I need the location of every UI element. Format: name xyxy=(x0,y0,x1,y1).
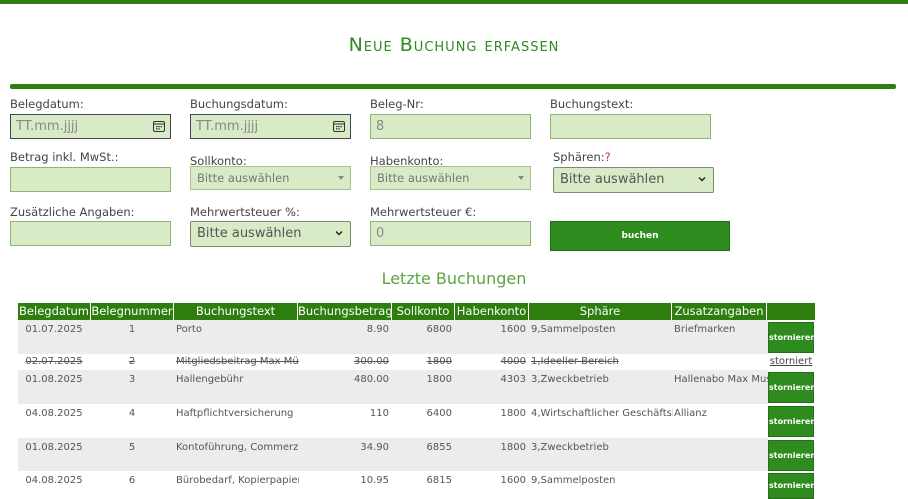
chevron-down-icon xyxy=(518,176,524,180)
cell-zusatz: Hallenabo Max Muster xyxy=(674,374,768,385)
calendar-icon[interactable] xyxy=(153,120,165,132)
habenkonto-value: Bitte auswählen xyxy=(377,171,470,185)
cell-sphaere: 3,Zweckbetrieb xyxy=(531,442,609,453)
th-belegnummer: Belegnummer xyxy=(91,303,173,320)
calendar-icon[interactable] xyxy=(333,120,345,132)
sphaeren-label: Sphären:? xyxy=(553,150,611,164)
cell-sphaere: 4,Wirtschaftlicher Geschäftsbetrieb xyxy=(531,408,673,419)
stornieren-button[interactable]: stornieren xyxy=(768,322,816,353)
buchungstext-label: Buchungstext: xyxy=(550,97,634,111)
cell-datum: 04.08.2025 xyxy=(25,408,83,419)
storniert-link[interactable]: storniert xyxy=(768,356,814,367)
cell-text: Mitgliedsbeitrag Max Müller xyxy=(176,356,299,367)
cell-sphaere: 1,Ideeller Bereich xyxy=(531,356,619,367)
chevron-down-icon xyxy=(698,176,706,182)
beleg-nr-input[interactable]: 8 xyxy=(370,114,531,139)
cell-nr: 1 xyxy=(128,324,136,335)
cell-sphaere: 9,Sammelposten xyxy=(531,324,616,335)
mwst-eur-input[interactable]: 0 xyxy=(370,221,531,246)
sphaeren-value: Bitte auswählen xyxy=(560,172,665,187)
zusatz-input[interactable] xyxy=(10,221,171,246)
cell-datum: 01.07.2025 xyxy=(25,324,83,335)
buchungstext-input[interactable] xyxy=(550,114,711,139)
th-sphaere: Sphäre xyxy=(529,303,671,320)
belegdatum-placeholder: TT.mm.jjjj xyxy=(16,119,79,134)
buchungsdatum-input[interactable]: TT.mm.jjjj xyxy=(190,114,351,139)
recent-bookings-title: Letzte Buchungen xyxy=(381,269,527,288)
cell-soll: 6800 xyxy=(426,324,452,335)
cell-datum: 02.07.2025 xyxy=(25,356,83,367)
cell-nr: 6 xyxy=(128,475,136,486)
sollkonto-select[interactable]: Bitte auswählen xyxy=(190,166,351,190)
th-aktion xyxy=(767,303,815,320)
cell-sphaere: 9,Sammelposten xyxy=(531,475,616,486)
cell-betrag: 110 xyxy=(369,408,389,419)
mwst-pct-label: Mehrwertsteuer %: xyxy=(190,205,300,219)
cell-nr: 3 xyxy=(128,374,136,385)
betrag-input[interactable] xyxy=(10,167,171,192)
cell-datum: 01.08.2025 xyxy=(25,374,83,385)
cell-soll: 1800 xyxy=(426,374,452,385)
stornieren-button[interactable]: stornieren xyxy=(768,440,816,471)
help-marker[interactable]: ? xyxy=(605,150,611,164)
cell-datum: 01.08.2025 xyxy=(25,442,83,453)
stornieren-button[interactable]: stornieren xyxy=(768,372,816,403)
th-habenkonto: Habenkonto xyxy=(455,303,528,320)
mwst-pct-value: Bitte auswählen xyxy=(197,226,302,241)
top-accent-bar xyxy=(0,0,908,4)
cell-soll: 6815 xyxy=(426,475,452,486)
buchungsdatum-label: Buchungsdatum: xyxy=(190,97,288,111)
cell-betrag: 300.00 xyxy=(354,356,389,367)
cell-haben: 1600 xyxy=(500,475,526,486)
page-title: Neue Buchung erfassen xyxy=(348,34,560,56)
beleg-nr-label: Beleg-Nr: xyxy=(370,97,424,111)
stornieren-button[interactable]: stornieren xyxy=(768,406,816,437)
cell-zusatz: Allianz xyxy=(674,408,707,419)
sphaeren-select[interactable]: Bitte auswählen xyxy=(553,167,714,193)
th-buchungsbetrag: Buchungsbetrag xyxy=(298,303,393,320)
cell-haben: 1800 xyxy=(500,408,526,419)
habenkonto-select[interactable]: Bitte auswählen xyxy=(370,166,531,190)
sollkonto-value: Bitte auswählen xyxy=(197,171,290,185)
cell-haben: 4303 xyxy=(500,374,526,385)
cell-haben: 1800 xyxy=(500,442,526,453)
chevron-down-icon xyxy=(338,176,344,180)
cell-betrag: 34.90 xyxy=(360,442,389,453)
cell-nr: 2 xyxy=(128,356,136,367)
cell-zusatz: Briefmarken xyxy=(674,324,736,335)
cell-text: Kontoführung, Commerzbank xyxy=(176,442,299,453)
mwst-eur-label: Mehrwertsteuer €: xyxy=(370,205,477,219)
cell-haben: 4000 xyxy=(500,356,526,367)
cell-text: Bürobedarf, Kopierpapier xyxy=(176,475,299,486)
cell-soll: 6400 xyxy=(426,408,452,419)
cell-text: Hallengebühr xyxy=(176,374,244,385)
cell-soll: 6855 xyxy=(426,442,452,453)
buchen-button[interactable]: buchen xyxy=(550,221,730,251)
th-belegdatum: Belegdatum xyxy=(18,303,90,320)
buchungsdatum-placeholder: TT.mm.jjjj xyxy=(196,119,259,134)
th-sollkonto: Sollkonto xyxy=(392,303,454,320)
cell-datum: 04.08.2025 xyxy=(25,475,83,486)
sphaeren-label-text: Sphären: xyxy=(553,150,605,164)
belegdatum-input[interactable]: TT.mm.jjjj xyxy=(10,114,171,139)
zusatz-label: Zusätzliche Angaben: xyxy=(10,205,135,219)
cell-betrag: 480.00 xyxy=(354,374,389,385)
betrag-label: Betrag inkl. MwSt.: xyxy=(10,150,119,164)
stornieren-button[interactable]: stornieren xyxy=(768,473,816,499)
cell-text: Porto xyxy=(176,324,202,335)
cell-haben: 1600 xyxy=(500,324,526,335)
cell-nr: 5 xyxy=(128,442,136,453)
title-divider xyxy=(10,84,896,89)
th-buchungstext: Buchungstext xyxy=(174,303,297,320)
cell-betrag: 8.90 xyxy=(366,324,389,335)
cell-nr: 4 xyxy=(128,408,136,419)
cell-text: Haftpflichtversicherung xyxy=(176,408,294,419)
cell-sphaere: 3,Zweckbetrieb xyxy=(531,374,609,385)
chevron-down-icon xyxy=(335,230,343,236)
belegdatum-label: Belegdatum: xyxy=(10,97,84,111)
cell-betrag: 10.95 xyxy=(360,475,389,486)
mwst-pct-select[interactable]: Bitte auswählen xyxy=(190,221,351,247)
cell-soll: 1800 xyxy=(426,356,452,367)
th-zusatzangaben: Zusatzangaben xyxy=(672,303,766,320)
